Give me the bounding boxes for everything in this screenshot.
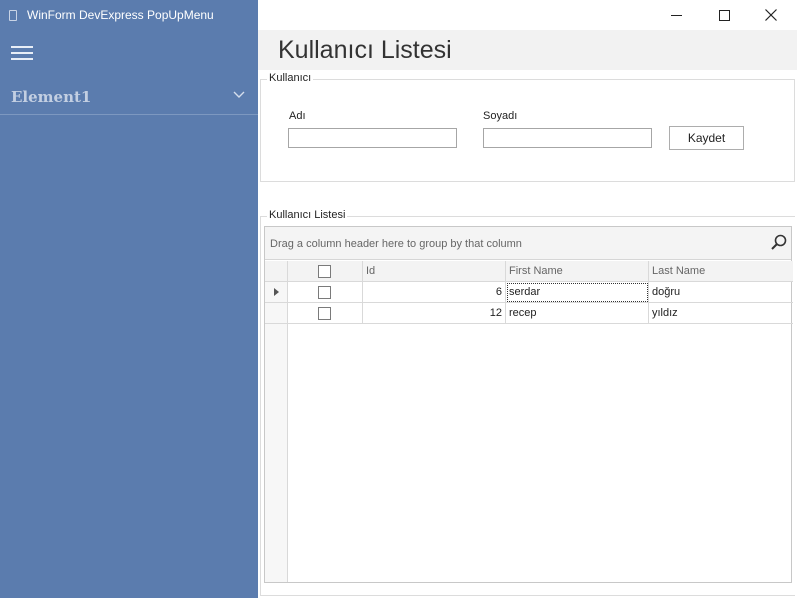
first-name-field[interactable] bbox=[288, 128, 457, 148]
column-header-last-name[interactable]: Last Name bbox=[649, 261, 793, 282]
row-checkbox[interactable] bbox=[318, 286, 331, 299]
cell-first-name[interactable]: recep bbox=[506, 303, 649, 324]
grid-header-row: Id First Name Last Name bbox=[265, 261, 793, 282]
last-name-label: Soyadı bbox=[483, 110, 518, 122]
window-title: WinForm DevExpress PopUpMenu bbox=[27, 8, 214, 22]
caption-bar bbox=[258, 0, 797, 30]
user-form-group: Kullanıcı Adı Soyadı Kaydet bbox=[260, 72, 795, 182]
last-name-field[interactable] bbox=[483, 128, 652, 148]
side-panel: WinForm DevExpress PopUpMenu Element1 bbox=[0, 0, 258, 598]
search-icon[interactable] bbox=[771, 234, 787, 250]
maximize-icon bbox=[718, 9, 730, 21]
close-button[interactable] bbox=[748, 0, 794, 30]
group-by-panel[interactable]: Drag a column header here to group by th… bbox=[265, 227, 791, 260]
row-indicator[interactable] bbox=[265, 303, 288, 324]
main-content: Kullanıcı Listesi Kullanıcı Adı Soyadı K… bbox=[258, 0, 797, 598]
cell-id[interactable]: 12 bbox=[363, 303, 506, 324]
app-icon bbox=[9, 9, 17, 21]
user-grid: Drag a column header here to group by th… bbox=[264, 226, 793, 583]
user-list-group-caption: Kullanıcı Listesi bbox=[267, 209, 348, 221]
first-name-label: Adı bbox=[289, 110, 306, 122]
cell-last-name[interactable]: yıldız bbox=[649, 303, 793, 324]
table-row[interactable]: 6 serdar doğru bbox=[265, 282, 793, 303]
row-select-cell[interactable] bbox=[288, 303, 363, 324]
minimize-icon bbox=[670, 14, 682, 16]
accordion-group-label: Element1 bbox=[11, 88, 92, 106]
row-checkbox[interactable] bbox=[318, 307, 331, 320]
accordion-group-element1[interactable]: Element1 bbox=[0, 82, 258, 115]
select-all-checkbox[interactable] bbox=[318, 265, 331, 278]
table-row[interactable]: 12 recep yıldız bbox=[265, 303, 793, 324]
hamburger-icon[interactable] bbox=[11, 46, 33, 60]
close-icon bbox=[765, 9, 777, 21]
select-all-header[interactable] bbox=[288, 261, 363, 282]
cell-last-name[interactable]: doğru bbox=[649, 282, 793, 303]
save-button[interactable]: Kaydet bbox=[669, 126, 744, 150]
row-indicator[interactable] bbox=[265, 282, 288, 303]
window-title-bar: WinForm DevExpress PopUpMenu bbox=[0, 0, 258, 30]
minimize-button[interactable] bbox=[653, 0, 699, 30]
group-by-hint: Drag a column header here to group by th… bbox=[270, 238, 522, 250]
column-header-id[interactable]: Id bbox=[363, 261, 506, 282]
cell-id[interactable]: 6 bbox=[363, 282, 506, 303]
page-title: Kullanıcı Listesi bbox=[278, 36, 452, 64]
maximize-button[interactable] bbox=[701, 0, 747, 30]
page-header: Kullanıcı Listesi bbox=[258, 30, 797, 70]
column-header-first-name[interactable]: First Name bbox=[506, 261, 649, 282]
chevron-down-icon bbox=[233, 91, 245, 98]
current-row-arrow-icon bbox=[274, 288, 279, 296]
user-form-group-caption: Kullanıcı bbox=[267, 72, 314, 84]
row-select-cell[interactable] bbox=[288, 282, 363, 303]
row-indicator-header bbox=[265, 261, 288, 282]
cell-first-name[interactable]: serdar bbox=[506, 282, 649, 303]
row-indicator-column bbox=[265, 324, 288, 582]
